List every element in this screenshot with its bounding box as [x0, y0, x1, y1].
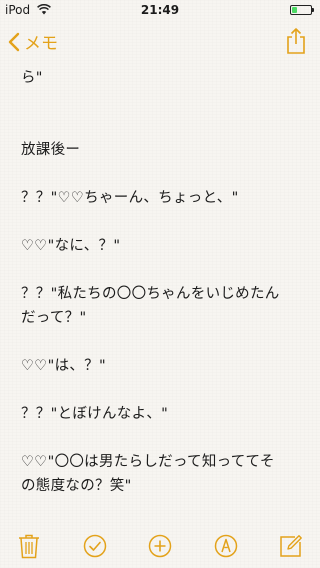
- note-line: ♡♡"なに、？": [21, 238, 121, 254]
- note-line: [21, 114, 306, 138]
- note-line: ♡♡"〇〇は男たらしだって知っててそ: [21, 454, 275, 470]
- markup-icon: [214, 534, 237, 558]
- note-line: [21, 378, 306, 402]
- note-line: ？？"私たちの〇〇ちゃんをいじめたん: [21, 286, 280, 302]
- note-line: ♡♡"は、？": [21, 358, 106, 374]
- trash-icon: [19, 534, 39, 559]
- navigation-bar: メモ: [0, 20, 320, 64]
- back-button-label: メモ: [24, 34, 58, 54]
- note-line: ？？"とぼけんなよ、": [21, 406, 169, 422]
- note-body[interactable]: ら" 放課後ー ？？"♡♡ちゃーん、ちょっと、" ♡♡"なに、？" ？？"私たちの〇〇ち…: [21, 66, 306, 498]
- compose-button[interactable]: [278, 533, 304, 559]
- add-icon: [148, 534, 172, 558]
- status-bar: iPod 21:49: [0, 0, 320, 20]
- note-line: [21, 330, 306, 354]
- back-button[interactable]: メモ: [8, 29, 58, 54]
- note-line: の態度なの？笑": [21, 478, 132, 494]
- checklist-icon: [83, 534, 106, 558]
- bottom-toolbar: [0, 524, 320, 568]
- compose-icon: [280, 535, 302, 557]
- delete-button[interactable]: [16, 533, 42, 559]
- battery-icon: [290, 5, 314, 15]
- checklist-button[interactable]: [82, 533, 108, 559]
- add-button[interactable]: [147, 533, 173, 559]
- markup-button[interactable]: [213, 533, 239, 559]
- note-line: ？？"♡♡ちゃーん、ちょっと、": [21, 190, 239, 206]
- share-icon: [287, 28, 305, 54]
- battery-level: [292, 7, 297, 13]
- share-button[interactable]: [286, 27, 306, 59]
- note-line: だって？": [21, 310, 87, 326]
- note-line: [21, 210, 306, 234]
- note-line: [21, 162, 306, 186]
- note-line: [21, 426, 306, 450]
- clock: 21:49: [140, 3, 180, 17]
- note-line: [21, 258, 306, 282]
- note-line: [21, 90, 306, 114]
- note-line: ら": [21, 70, 43, 86]
- note-line: 放課後ー: [21, 142, 81, 158]
- chevron-left-icon: [8, 32, 20, 51]
